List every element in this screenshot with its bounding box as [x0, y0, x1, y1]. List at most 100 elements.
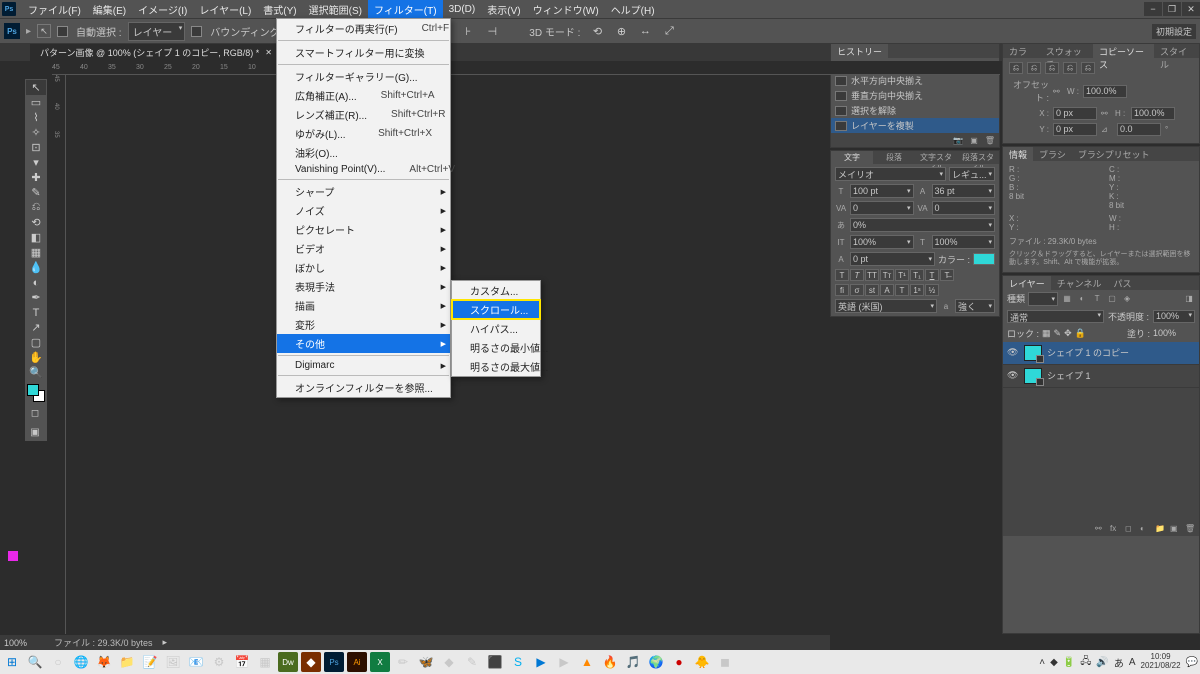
menu-file[interactable]: ファイル(F): [22, 0, 87, 19]
group-icon[interactable]: 📁: [1155, 524, 1165, 534]
vlc-icon[interactable]: ▲: [577, 652, 597, 672]
app-icon-4[interactable]: ✎: [462, 652, 482, 672]
menu-type[interactable]: 書式(Y): [257, 0, 302, 19]
eyedropper-tool[interactable]: ▾: [26, 155, 46, 170]
filter-type-icon[interactable]: T: [1091, 293, 1103, 305]
dark-app-icon[interactable]: ◼: [715, 652, 735, 672]
search-icon[interactable]: 🔍: [25, 652, 45, 672]
copy-source-tab[interactable]: コピーソース: [1093, 44, 1154, 58]
paragraph-tab[interactable]: 段落: [873, 151, 915, 164]
app-icon-2[interactable]: ✏: [393, 652, 413, 672]
leading-input[interactable]: 36 pt: [932, 184, 996, 198]
quick-mask-toggle[interactable]: ◻: [25, 406, 45, 421]
filter-adjust-icon[interactable]: ◐: [1076, 293, 1088, 305]
align-right-icon[interactable]: ⊣: [482, 24, 502, 39]
path-selection-tool[interactable]: ↗: [26, 320, 46, 335]
volume-icon[interactable]: 🔊: [1096, 657, 1108, 668]
clone-stamp-tool[interactable]: ⎌: [26, 200, 46, 215]
other-minimum[interactable]: 明るさの最小値...: [452, 338, 540, 357]
threeD-pan-icon[interactable]: ⊕: [611, 24, 631, 39]
sublime-icon[interactable]: ◆: [301, 652, 321, 672]
clone-source-5[interactable]: ⎌: [1081, 62, 1095, 74]
obs-icon[interactable]: ⬛: [485, 652, 505, 672]
lock-transparent-icon[interactable]: ▦: [1042, 328, 1051, 339]
menu-3d[interactable]: 3D(D): [443, 2, 482, 17]
hscale-input[interactable]: 100%: [932, 235, 996, 249]
type-tool[interactable]: T: [26, 305, 46, 320]
close-button[interactable]: ✕: [1182, 2, 1200, 16]
ot-swash[interactable]: σ: [850, 284, 864, 296]
filter-video[interactable]: ビデオ: [277, 239, 450, 258]
brush-tab[interactable]: ブラシ: [1033, 147, 1072, 161]
superscript-toggle[interactable]: T¹: [895, 269, 909, 281]
language-dropdown[interactable]: 英語 (米国): [835, 299, 937, 313]
filter-noise[interactable]: ノイズ: [277, 201, 450, 220]
media-player-icon[interactable]: ▶: [554, 652, 574, 672]
opacity-input[interactable]: 100%: [1153, 310, 1195, 323]
photos-icon[interactable]: 🖼: [163, 652, 183, 672]
char-tab[interactable]: 文字: [831, 151, 873, 164]
other-scroll[interactable]: スクロール...: [452, 300, 540, 319]
adjustment-layer-icon[interactable]: ◐: [1140, 524, 1150, 534]
brush-presets-tab[interactable]: ブラシプリセット: [1072, 147, 1156, 161]
y-input[interactable]: 0 px: [1053, 123, 1097, 136]
zoom-level[interactable]: 100%: [4, 638, 44, 648]
clone-source-2[interactable]: ⎌: [1027, 62, 1041, 74]
link-icon[interactable]: ⚯: [1053, 87, 1063, 96]
minimize-button[interactable]: −: [1144, 2, 1162, 16]
healing-brush-tool[interactable]: ✚: [26, 170, 46, 185]
butterfly-icon[interactable]: 🦋: [416, 652, 436, 672]
filter-render[interactable]: 表現手法: [277, 277, 450, 296]
filter-digimarc[interactable]: Digimarc: [277, 358, 450, 373]
battery-icon[interactable]: 🔋: [1063, 657, 1075, 668]
char-styles-tab[interactable]: 文字スタイル: [915, 151, 957, 164]
antialias-dropdown[interactable]: 強く: [955, 299, 995, 313]
layer-mask-icon[interactable]: ◻: [1125, 524, 1135, 534]
channels-tab[interactable]: チャンネル: [1051, 276, 1108, 290]
layers-tab[interactable]: レイヤー: [1003, 276, 1051, 290]
history-item[interactable]: 水平方向中央揃え: [831, 73, 999, 88]
brush-tool[interactable]: ✎: [26, 185, 46, 200]
ot-frac[interactable]: ½: [925, 284, 939, 296]
filter-browse-online[interactable]: オンラインフィルターを参照...: [277, 378, 450, 397]
font-family-dropdown[interactable]: メイリオ: [835, 167, 946, 181]
color-tab[interactable]: カラー: [1003, 44, 1040, 58]
subscript-toggle[interactable]: T₁: [910, 269, 924, 281]
fill-input[interactable]: 100%: [1153, 328, 1195, 338]
explorer-icon[interactable]: 📁: [117, 652, 137, 672]
font-style-dropdown[interactable]: レギュ...: [949, 167, 995, 181]
app-icon-5[interactable]: 🔥: [600, 652, 620, 672]
w-input[interactable]: 100.0%: [1083, 85, 1127, 98]
kerning-input[interactable]: 0: [850, 201, 914, 215]
x-input[interactable]: 0 px: [1053, 107, 1097, 120]
ot-ordn[interactable]: 1ˢ: [910, 284, 924, 296]
info-tab[interactable]: 情報: [1003, 147, 1033, 161]
filter-distort[interactable]: 変形: [277, 315, 450, 334]
angle-input[interactable]: 0.0: [1117, 123, 1161, 136]
blur-tool[interactable]: 💧: [26, 260, 46, 275]
history-item[interactable]: 垂直方向中央揃え: [831, 88, 999, 103]
color-swatches[interactable]: [25, 384, 47, 402]
record-icon[interactable]: ●: [669, 652, 689, 672]
filter-other[interactable]: その他: [277, 334, 450, 353]
filter-pixel-icon[interactable]: ▦: [1061, 293, 1073, 305]
filter-smart-icon[interactable]: ◈: [1121, 293, 1133, 305]
dreamweaver-icon[interactable]: Dw: [278, 652, 298, 672]
other-custom[interactable]: カスタム...: [452, 281, 540, 300]
menu-edit[interactable]: 編集(E): [87, 0, 132, 19]
skype-icon[interactable]: S: [508, 652, 528, 672]
h-input[interactable]: 100.0%: [1131, 107, 1175, 120]
clone-source-3[interactable]: ⎌: [1045, 62, 1059, 74]
new-doc-from-state-icon[interactable]: ▣: [969, 135, 979, 145]
marquee-tool[interactable]: ▭: [26, 95, 46, 110]
document-tab[interactable]: パターン画像 @ 100% (シェイプ 1 のコピー, RGB/8) * ✕: [30, 44, 282, 61]
lock-all-icon[interactable]: 🔒: [1075, 328, 1086, 339]
maximize-button[interactable]: ❐: [1163, 2, 1181, 16]
bold-toggle[interactable]: T: [835, 269, 849, 281]
layer-name[interactable]: シェイプ 1 のコピー: [1047, 346, 1129, 359]
notifications-icon[interactable]: 💬: [1186, 657, 1198, 668]
filter-wide-angle[interactable]: 広角補正(A)...Shift+Ctrl+A: [277, 86, 450, 105]
screen-mode-toggle[interactable]: ▣: [25, 425, 45, 440]
delete-layer-icon[interactable]: 🗑: [1185, 524, 1195, 534]
zoom-icon[interactable]: ▶: [531, 652, 551, 672]
